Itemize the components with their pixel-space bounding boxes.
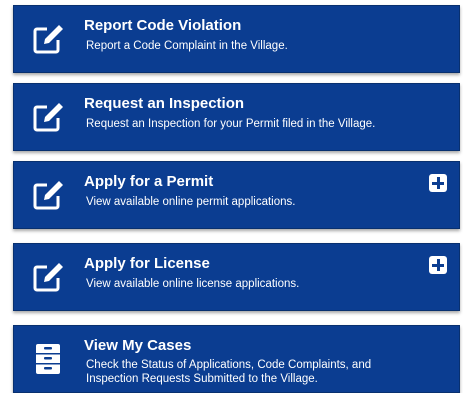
- card-title: Apply for a Permit: [84, 173, 214, 190]
- apply-license-card[interactable]: Apply for License View available online …: [13, 243, 460, 311]
- plus-icon[interactable]: [429, 174, 447, 192]
- card-title: Request an Inspection: [84, 95, 245, 112]
- edit-icon: [31, 22, 65, 56]
- card-description: Request an Inspection for your Permit fi…: [86, 118, 376, 130]
- edit-icon: [31, 100, 65, 134]
- report-code-violation-card[interactable]: Report Code Violation Report a Code Comp…: [13, 5, 460, 73]
- card-description-line: Check the Status of Applications, Code C…: [86, 359, 372, 371]
- card-description: View available online permit application…: [86, 196, 296, 208]
- card-description: View available online license applicatio…: [86, 278, 300, 290]
- card-description-line: Inspection Requests Submitted to the Vil…: [86, 373, 318, 385]
- edit-icon: [31, 178, 65, 212]
- plus-icon[interactable]: [429, 256, 447, 274]
- file-cabinet-icon: [31, 342, 65, 376]
- apply-permit-card[interactable]: Apply for a Permit View available online…: [13, 161, 460, 229]
- request-inspection-card[interactable]: Request an Inspection Request an Inspect…: [13, 83, 460, 151]
- view-my-cases-card[interactable]: View My Cases Check the Status of Applic…: [13, 325, 460, 393]
- edit-icon: [31, 260, 65, 294]
- card-title: Report Code Violation: [84, 17, 242, 34]
- card-description: Report a Code Complaint in the Village.: [86, 40, 288, 52]
- card-title: Apply for License: [84, 255, 210, 272]
- card-title: View My Cases: [84, 337, 192, 354]
